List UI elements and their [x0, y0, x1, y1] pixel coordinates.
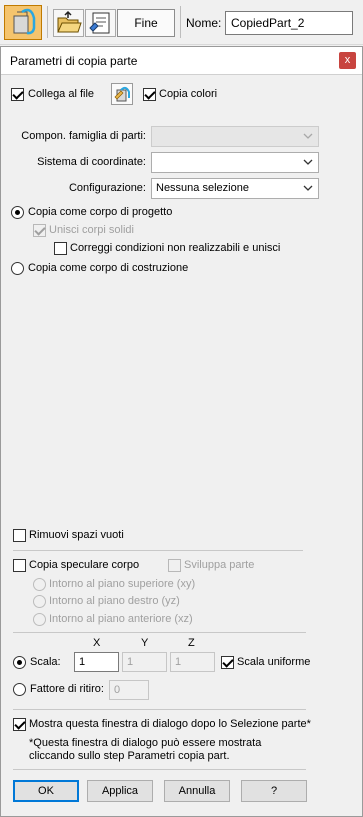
famiglia-parti-combo: [151, 126, 319, 147]
piano-anteriore-radio[interactable]: [33, 613, 46, 626]
configurazione-value: Nessuna selezione: [156, 182, 249, 194]
col-x-header: X: [93, 637, 101, 649]
ok-button[interactable]: OK: [13, 780, 79, 802]
fattore-ritiro-input[interactable]: 0: [109, 680, 149, 700]
help-button[interactable]: ?: [241, 780, 307, 802]
configurazione-label: Configurazione:: [68, 182, 146, 194]
annulla-button[interactable]: Annulla: [164, 780, 230, 802]
parameters-sheet-icon: [89, 12, 110, 34]
select-part-icon: [13, 8, 36, 35]
unisci-corpi-label: Unisci corpi solidi: [49, 224, 134, 236]
collega-al-file-label: Collega al file: [28, 88, 95, 100]
piano-destro-radio[interactable]: [33, 595, 46, 608]
browse-file-button[interactable]: [111, 83, 133, 105]
sistema-coordinate-combo[interactable]: [151, 152, 319, 173]
copia-corpo-costruzione-radio[interactable]: [11, 262, 24, 275]
divider: [13, 550, 303, 551]
copia-corpo-progetto-radio[interactable]: [11, 206, 24, 219]
rimuovi-spazi-checkbox[interactable]: [13, 529, 26, 542]
copia-speculare-checkbox[interactable]: [13, 559, 26, 572]
dialog-title: Parametri di copia parte: [10, 54, 138, 68]
scala-z-input[interactable]: 1: [170, 652, 215, 672]
piano-anteriore-label: Intorno al piano anteriore (xz): [49, 613, 193, 625]
scala-radio[interactable]: [13, 656, 26, 669]
select-part-step-button[interactable]: [4, 5, 42, 40]
divider: [13, 769, 306, 770]
col-y-header: Y: [141, 637, 149, 649]
nota-line-2: cliccando sullo step Parametri copia par…: [29, 750, 230, 762]
mostra-finestra-label: Mostra questa finestra di dialogo dopo l…: [29, 718, 311, 730]
famiglia-parti-label: Compon. famiglia di parti:: [21, 130, 146, 142]
nome-label: Nome:: [186, 16, 222, 30]
divider: [13, 632, 306, 633]
close-button[interactable]: x: [339, 52, 356, 69]
copy-part-toolbar: Fine Nome: CopiedPart_2: [0, 0, 363, 45]
chevron-down-icon: [303, 159, 313, 165]
configurazione-combo[interactable]: Nessuna selezione: [151, 178, 319, 199]
col-z-header: Z: [188, 637, 195, 649]
copia-colori-label: Copia colori: [159, 88, 218, 100]
dialog-titlebar: Parametri di copia parte x: [1, 47, 362, 75]
correggi-condizioni-checkbox[interactable]: [54, 242, 67, 255]
rimuovi-spazi-label: Rimuovi spazi vuoti: [29, 529, 124, 541]
sviluppa-parte-checkbox[interactable]: [168, 559, 181, 572]
folder-open-icon: [57, 10, 82, 33]
piano-destro-label: Intorno al piano destro (yz): [49, 595, 180, 607]
correggi-condizioni-label: Correggi condizioni non realizzabili e u…: [70, 242, 281, 254]
scala-x-input[interactable]: 1: [74, 652, 119, 672]
copia-corpo-progetto-label: Copia come corpo di progetto: [28, 206, 173, 218]
chevron-down-icon: [303, 185, 313, 191]
nota-line-1: *Questa finestra di dialogo può essere m…: [29, 737, 262, 749]
scala-y-input[interactable]: 1: [122, 652, 167, 672]
nome-input[interactable]: CopiedPart_2: [225, 11, 353, 35]
applica-button[interactable]: Applica: [87, 780, 153, 802]
chevron-down-icon: [303, 133, 313, 139]
copia-speculare-label: Copia speculare corpo: [29, 559, 140, 571]
unisci-corpi-checkbox[interactable]: [33, 224, 46, 237]
mostra-finestra-checkbox[interactable]: [13, 718, 26, 731]
copy-part-parameters-panel: Parametri di copia parte x Collega al fi…: [0, 46, 363, 817]
divider: [13, 709, 306, 710]
fine-button[interactable]: Fine: [117, 9, 175, 37]
piano-superiore-radio[interactable]: [33, 578, 46, 591]
copia-colori-checkbox[interactable]: [143, 88, 156, 101]
piano-superiore-label: Intorno al piano superiore (xy): [49, 578, 196, 590]
collega-al-file-checkbox[interactable]: [11, 88, 24, 101]
scala-uniforme-label: Scala uniforme: [237, 656, 311, 668]
sistema-coordinate-label: Sistema di coordinate:: [37, 156, 146, 168]
sviluppa-parte-label: Sviluppa parte: [184, 559, 255, 571]
parameters-step-button[interactable]: [85, 9, 116, 37]
close-icon: x: [344, 54, 351, 66]
link-file-icon: [114, 86, 130, 102]
fattore-ritiro-radio[interactable]: [13, 683, 26, 696]
copia-corpo-costruzione-label: Copia come corpo di costruzione: [28, 262, 189, 274]
scala-uniforme-checkbox[interactable]: [221, 656, 234, 669]
scala-label: Scala:: [30, 656, 61, 668]
fattore-ritiro-label: Fattore di ritiro:: [30, 683, 104, 695]
open-file-step-button[interactable]: [53, 9, 84, 37]
